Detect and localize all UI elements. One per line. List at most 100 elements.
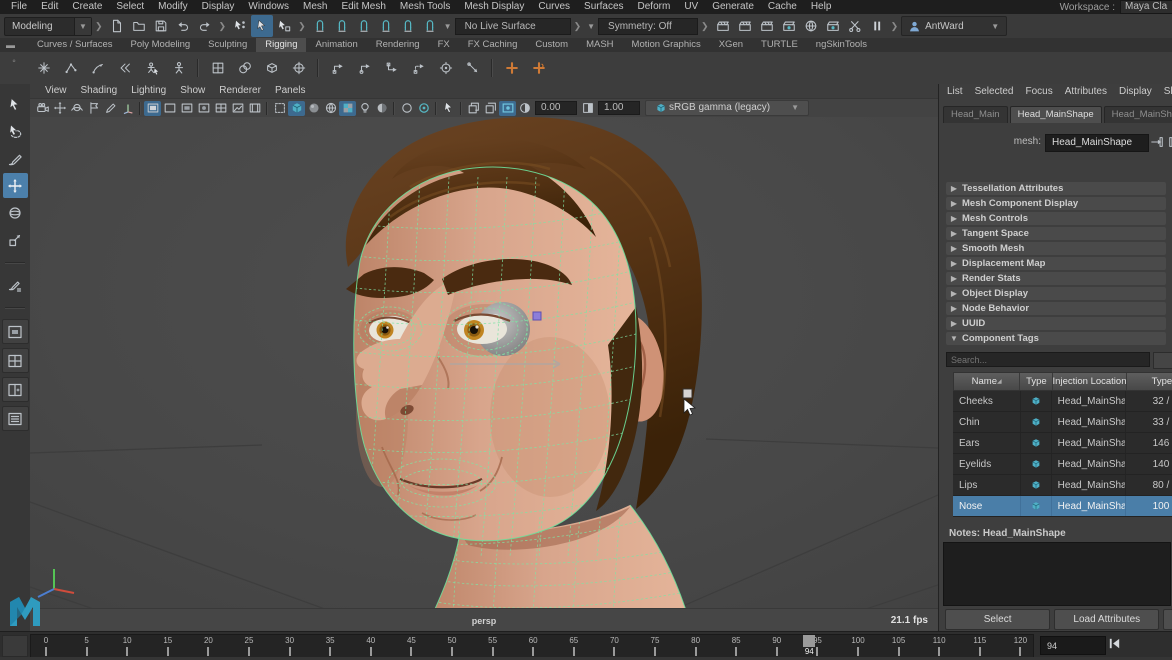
point-constraint-icon[interactable] — [351, 55, 378, 82]
exposure-field[interactable]: 0.00 — [535, 101, 577, 115]
sculpt-deformer-icon[interactable] — [231, 55, 258, 82]
snap-to-view-plane-icon[interactable] — [397, 15, 419, 37]
snap-to-grid-icon[interactable] — [309, 15, 331, 37]
show-input-icon[interactable] — [1149, 134, 1165, 150]
shelf-tab-turtle[interactable]: TURTLE — [752, 38, 807, 52]
viewport-menu-show[interactable]: Show — [173, 84, 212, 98]
textured-mode-icon[interactable] — [339, 101, 356, 116]
ae-menu-focus[interactable]: Focus — [1019, 85, 1058, 99]
shelf-tab-fx[interactable]: FX — [429, 38, 459, 52]
select-object-icon[interactable] — [251, 15, 273, 37]
wire-deformer-icon[interactable] — [258, 55, 285, 82]
layout-outliner-pane[interactable] — [2, 406, 29, 431]
group-expander[interactable]: ❯ — [219, 21, 227, 32]
shelf-tab-rendering[interactable]: Rendering — [367, 38, 429, 52]
group-expander[interactable]: ❯ — [574, 21, 582, 32]
column-header-type[interactable]: Type — [1020, 373, 1053, 390]
aim-constraint-icon[interactable] — [405, 55, 432, 82]
ae-menu-attributes[interactable]: Attributes — [1059, 85, 1113, 99]
menu-modify[interactable]: Modify — [151, 1, 194, 12]
create-locator-icon[interactable] — [30, 55, 57, 82]
snap-to-projected-center-icon[interactable] — [375, 15, 397, 37]
group-expander[interactable]: ❯ — [891, 21, 899, 32]
render-current-frame-icon[interactable] — [734, 15, 756, 37]
image-plane-icon[interactable] — [229, 101, 246, 116]
orient-constraint-icon[interactable] — [378, 55, 405, 82]
single-pane-view-icon[interactable] — [144, 101, 161, 116]
shelf-tab-sculpting[interactable]: Sculpting — [199, 38, 256, 52]
render-sequence-icon[interactable] — [778, 15, 800, 37]
select-component-icon[interactable] — [273, 15, 295, 37]
rotate-tool[interactable] — [3, 200, 28, 225]
menu-create[interactable]: Create — [65, 1, 109, 12]
open-render-view-icon[interactable] — [712, 15, 734, 37]
column-header-name[interactable]: Name ◢ — [954, 373, 1020, 390]
paint-select-tool[interactable] — [3, 146, 28, 171]
viewport-menu-lighting[interactable]: Lighting — [124, 84, 173, 98]
bezier-curve-tool-icon[interactable] — [84, 55, 111, 82]
create-joint-icon[interactable] — [498, 55, 525, 82]
ae-tab-head_mainshape[interactable]: Head_MainShape — [1010, 106, 1102, 123]
ae-menu-selected[interactable]: Selected — [969, 85, 1020, 99]
quick-rig-icon[interactable] — [138, 55, 165, 82]
paste-buffer-icon[interactable] — [482, 101, 499, 116]
select-tool[interactable] — [3, 92, 28, 117]
search-input[interactable] — [947, 353, 1157, 366]
wireframe-on-shaded-icon[interactable] — [322, 101, 339, 116]
shelf-tab-custom[interactable]: Custom — [526, 38, 577, 52]
ae-tab-head_main[interactable]: Head_Main — [943, 106, 1008, 123]
layout-single-pane[interactable] — [2, 319, 29, 344]
parent-constraint-icon[interactable] — [324, 55, 351, 82]
timeline-left-controls[interactable] — [2, 635, 28, 657]
track-tool-icon[interactable] — [51, 101, 68, 116]
menu-set-dropdown[interactable]: Modeling ▼ — [4, 17, 92, 36]
layout-four-pane[interactable] — [2, 348, 29, 373]
camera-select-icon[interactable] — [34, 101, 51, 116]
shelf-tab-xgen[interactable]: XGen — [710, 38, 752, 52]
notes-textarea[interactable] — [943, 542, 1171, 606]
rebuild-curve-icon[interactable] — [111, 55, 138, 82]
component-tag-row-lips[interactable]: LipsHead_MainShap...80 / 114 — [953, 475, 1172, 496]
film-gate-icon[interactable] — [246, 101, 263, 116]
gamma-field[interactable]: 1.00 — [598, 101, 640, 115]
component-tag-row-ears[interactable]: EarsHead_MainShap...146 / 11 — [953, 433, 1172, 454]
view-transform-dropdown[interactable]: sRGB gamma (legacy)▼ — [645, 100, 809, 116]
menu-mesh[interactable]: Mesh — [296, 1, 334, 12]
ae-menu-show[interactable]: Show — [1158, 85, 1172, 99]
smooth-shade-all-icon[interactable] — [288, 101, 305, 116]
shelf-tab-fx-caching[interactable]: FX Caching — [459, 38, 527, 52]
insert-joint-icon[interactable] — [525, 55, 552, 82]
ae-section-object-display[interactable]: ▶Object Display — [946, 287, 1166, 300]
menu-help[interactable]: Help — [804, 1, 839, 12]
timeline-ruler[interactable]: 0510152025303540455055606570758085909510… — [30, 634, 1034, 658]
viewport-menu-shading[interactable]: Shading — [74, 84, 125, 98]
column-header-injection-location[interactable]: Injection Location — [1053, 373, 1126, 390]
shadows-icon[interactable] — [373, 101, 390, 116]
shaded-display-icon[interactable] — [178, 101, 195, 116]
redo-icon[interactable] — [194, 15, 216, 37]
chevron-down-icon[interactable]: ▼ — [444, 22, 452, 31]
shelf-tab-animation[interactable]: Animation — [306, 38, 366, 52]
menu-windows[interactable]: Windows — [241, 1, 296, 12]
shelf-tab-motion-graphics[interactable]: Motion Graphics — [623, 38, 710, 52]
flat-shade-icon[interactable] — [305, 101, 322, 116]
object-select-mode-icon[interactable] — [440, 101, 457, 116]
ipr-render-icon[interactable] — [756, 15, 778, 37]
shelf-options-icon[interactable]: ◦ — [12, 56, 16, 67]
lasso-tool[interactable] — [3, 119, 28, 144]
menu-file[interactable]: File — [4, 1, 34, 12]
ae-section-smooth-mesh[interactable]: ▶Smooth Mesh — [946, 242, 1166, 255]
ep-curve-tool-icon[interactable] — [57, 55, 84, 82]
grease-pencil-icon[interactable] — [102, 101, 119, 116]
shelf-tab-curves-surfaces[interactable]: Curves / Surfaces — [28, 38, 122, 52]
viewport-menu-view[interactable]: View — [38, 84, 74, 98]
textured-display-icon[interactable] — [195, 101, 212, 116]
menu-curves[interactable]: Curves — [531, 1, 577, 12]
menu-edit-mesh[interactable]: Edit Mesh — [334, 1, 392, 12]
component-tag-row-nose[interactable]: NoseHead_MainShap...100 / 11 — [953, 496, 1172, 517]
ae-menu-list[interactable]: List — [941, 85, 969, 99]
user-account-dropdown[interactable]: AntWard ▼ — [901, 16, 1007, 36]
group-expander[interactable]: ❯ — [95, 21, 103, 32]
time-slider[interactable]: 0510152025303540455055606570758085909510… — [0, 631, 1172, 658]
anti-alias-icon[interactable] — [415, 101, 432, 116]
